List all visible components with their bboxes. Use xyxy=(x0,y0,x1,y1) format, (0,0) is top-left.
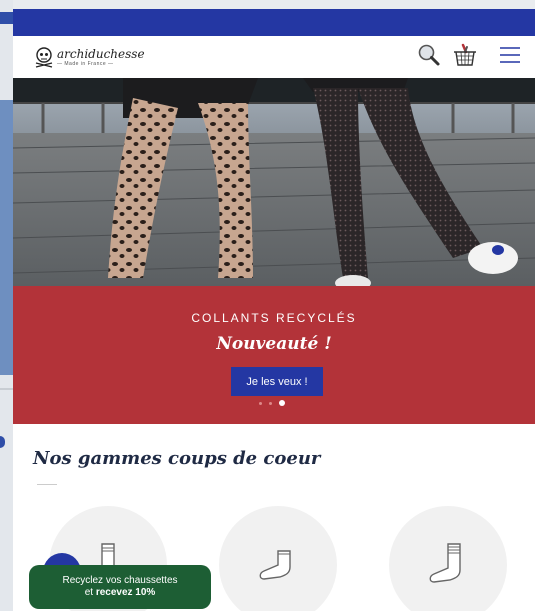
edge-blue-panel xyxy=(0,100,13,375)
hero-cta-button[interactable]: Je les veux ! xyxy=(231,367,323,396)
logo-brand-text: archiduchesse xyxy=(57,46,145,61)
crew-sock-icon xyxy=(429,543,461,583)
top-announcement-bar xyxy=(13,9,535,36)
menu-button[interactable] xyxy=(495,40,525,70)
section-title-rule xyxy=(37,484,57,485)
skull-logo-icon xyxy=(35,47,53,68)
background-page-edge xyxy=(0,0,13,611)
basket-icon xyxy=(454,43,476,66)
edge-top-bar xyxy=(0,12,13,24)
search-icon xyxy=(418,44,440,66)
carousel-dots xyxy=(259,400,285,406)
hero-kicker: COLLANTS RECYCLÉS xyxy=(191,311,357,325)
top-gap xyxy=(13,0,535,9)
category-ankle-socks[interactable] xyxy=(219,506,337,611)
menu-icon xyxy=(500,47,520,63)
recycle-promo-button[interactable]: Recyclez vos chaussettes et recevez 10% xyxy=(29,565,211,609)
category-crew-socks[interactable] xyxy=(389,506,507,611)
hero-banner: COLLANTS RECYCLÉS Nouveauté ! Je les veu… xyxy=(13,286,535,424)
promo-line-2-bold: recevez 10% xyxy=(95,587,156,598)
hero-headline: Nouveauté ! xyxy=(216,334,332,354)
search-button[interactable] xyxy=(414,40,444,70)
edge-divider xyxy=(0,388,13,390)
hero-photo-tights xyxy=(13,78,535,286)
ankle-sock-icon xyxy=(259,550,291,580)
carousel-dot-1[interactable] xyxy=(259,401,262,405)
promo-line-1: Recyclez vos chaussettes xyxy=(62,575,178,586)
promo-line-2: et recevez 10% xyxy=(29,587,211,599)
logo-subtitle: — Made in France — xyxy=(57,60,114,67)
hero-image[interactable] xyxy=(13,78,535,286)
mobile-page: archiduchesse — Made in France — COLLANT… xyxy=(13,0,535,611)
carousel-dot-2[interactable] xyxy=(269,401,272,405)
edge-chat-icon xyxy=(0,436,5,448)
section-title: Nos gammes coups de coeur xyxy=(33,448,321,469)
carousel-dot-3[interactable] xyxy=(279,400,285,406)
site-header: archiduchesse — Made in France — xyxy=(13,36,535,78)
logo[interactable]: archiduchesse — Made in France — xyxy=(33,44,145,70)
cart-button[interactable] xyxy=(450,40,480,70)
promo-line-2-prefix: et xyxy=(84,587,96,598)
